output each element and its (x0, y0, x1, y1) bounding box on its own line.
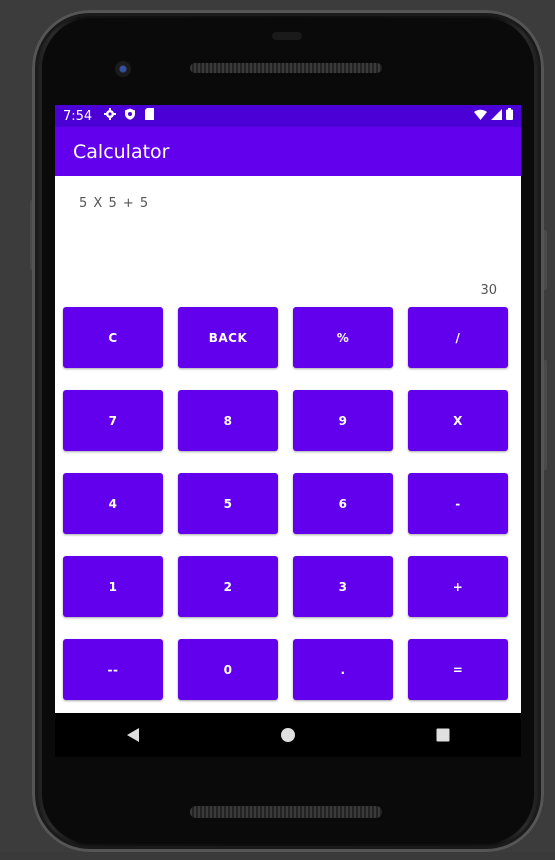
app-title: Calculator (73, 140, 170, 163)
status-time: 7:54 (63, 108, 93, 124)
result-text: 30 (480, 283, 497, 298)
digit-7-button[interactable]: 7 (63, 390, 163, 451)
front-camera (115, 61, 131, 77)
multiply-button[interactable]: X (408, 390, 508, 451)
shield-icon (124, 108, 136, 124)
battery-icon (506, 108, 513, 124)
digit-6-button[interactable]: 6 (293, 473, 393, 534)
app-bar: Calculator (55, 127, 521, 176)
emulator-stage: 7:54 Calculator 5 X 5 + 5 30 C BACK % / … (0, 0, 555, 860)
expression-text: 5 X 5 + 5 (79, 196, 150, 211)
status-right (474, 108, 513, 124)
back-icon[interactable] (113, 715, 153, 755)
home-icon[interactable] (268, 715, 308, 755)
bottom-strip (0, 852, 555, 860)
recents-icon[interactable] (423, 715, 463, 755)
navigation-bar (55, 713, 521, 757)
status-bar: 7:54 (55, 105, 521, 127)
wifi-icon (474, 109, 487, 124)
status-left: 7:54 (63, 108, 155, 124)
keypad: C BACK % / 7 8 9 X 4 5 6 - 1 2 3 + -- 0 … (63, 307, 508, 700)
sd-card-icon (144, 108, 155, 124)
earpiece-speaker (190, 63, 382, 73)
digit-3-button[interactable]: 3 (293, 556, 393, 617)
digit-2-button[interactable]: 2 (178, 556, 278, 617)
calculator-display: 5 X 5 + 5 30 (55, 176, 521, 306)
signal-icon (491, 108, 502, 124)
digit-1-button[interactable]: 1 (63, 556, 163, 617)
digit-5-button[interactable]: 5 (178, 473, 278, 534)
decimal-button[interactable]: . (293, 639, 393, 700)
top-notch (272, 32, 302, 40)
app-screen: 7:54 Calculator 5 X 5 + 5 30 C BACK % / … (55, 105, 521, 713)
percent-button[interactable]: % (293, 307, 393, 368)
digit-9-button[interactable]: 9 (293, 390, 393, 451)
gear-icon (104, 108, 117, 124)
equals-button[interactable]: = (408, 639, 508, 700)
negate-button[interactable]: -- (63, 639, 163, 700)
digit-4-button[interactable]: 4 (63, 473, 163, 534)
bottom-speaker (190, 806, 382, 818)
add-button[interactable]: + (408, 556, 508, 617)
digit-8-button[interactable]: 8 (178, 390, 278, 451)
backspace-button[interactable]: BACK (178, 307, 278, 368)
digit-0-button[interactable]: 0 (178, 639, 278, 700)
divide-button[interactable]: / (408, 307, 508, 368)
subtract-button[interactable]: - (408, 473, 508, 534)
clear-button[interactable]: C (63, 307, 163, 368)
